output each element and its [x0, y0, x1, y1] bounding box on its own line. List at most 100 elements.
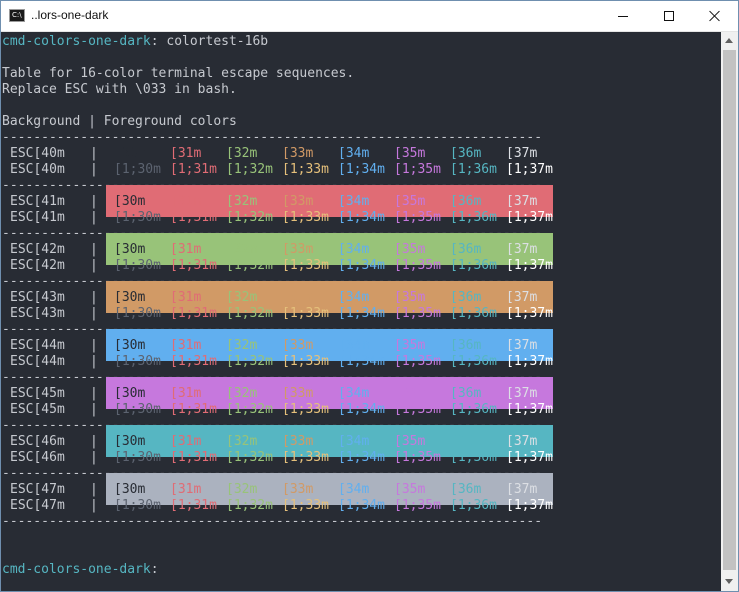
fg-bold-sample: [1;30m: [114, 210, 161, 225]
fg-sample: [34m: [338, 434, 370, 449]
title-bar[interactable]: C:\ ..lors-one-dark: [1, 1, 738, 32]
fg-sample: [34m: [338, 338, 370, 353]
fg-bold-sample: [1;30m: [114, 162, 161, 177]
fg-bold-sample: [1;33m: [282, 498, 329, 513]
row-divider: |: [90, 338, 98, 353]
row-label: ESC[40m: [10, 162, 65, 177]
fg-bold-sample: [1;36m: [450, 210, 497, 225]
vertical-scrollbar[interactable]: [721, 32, 738, 591]
fg-bold-sample: [1;37m: [506, 450, 553, 465]
fg-sample: [35m: [394, 434, 426, 449]
fg-sample: [35m: [394, 386, 426, 401]
scroll-down-arrow-icon[interactable]: [725, 579, 733, 584]
fg-sample: [34m: [338, 146, 370, 161]
fg-bold-sample: [1;34m: [338, 498, 385, 513]
fg-sample: [30m: [114, 338, 146, 353]
fg-bold-sample: [1;33m: [282, 258, 329, 273]
fg-bold-sample: [1;33m: [282, 450, 329, 465]
minimize-button[interactable]: [600, 1, 646, 31]
fg-bold-sample: [1;35m: [394, 306, 441, 321]
fg-sample: [34m: [338, 242, 370, 257]
scrollbar-thumb[interactable]: [723, 50, 736, 570]
row-label: ESC[42m: [10, 258, 65, 273]
fg-sample: [32m: [226, 434, 258, 449]
fg-bold-sample: [1;33m: [282, 306, 329, 321]
final-prompt: cmd-colors-one-dark: [2, 562, 151, 577]
maximize-button[interactable]: [646, 1, 692, 31]
console-icon-glyph: C:\: [12, 11, 22, 19]
fg-sample: [33m: [282, 194, 314, 209]
fg-bold-sample: [1;31m: [170, 258, 217, 273]
row-divider: |: [90, 482, 98, 497]
fg-bold-sample: [1;32m: [226, 402, 273, 417]
fg-sample: [37m: [506, 242, 538, 257]
scroll-up-arrow-icon[interactable]: [725, 38, 733, 43]
fg-sample: [37m: [506, 290, 538, 305]
fg-bold-sample: [1;33m: [282, 402, 329, 417]
fg-bold-sample: [1;37m: [506, 498, 553, 513]
fg-bold-sample: [1;30m: [114, 306, 161, 321]
row-divider: |: [90, 498, 98, 513]
prompt: cmd-colors-one-dark: [2, 34, 151, 49]
fg-bold-sample: [1;34m: [338, 402, 385, 417]
fg-sample: [36m: [450, 482, 482, 497]
fg-sample: [37m: [506, 338, 538, 353]
fg-sample: [36m: [450, 434, 482, 449]
row-divider: |: [90, 450, 98, 465]
fg-bold-sample: [1;36m: [450, 354, 497, 369]
fg-bold-sample: [1;34m: [338, 162, 385, 177]
final-prompt-line[interactable]: cmd-colors-one-dark:: [2, 562, 159, 578]
fg-bold-sample: [1;30m: [114, 354, 161, 369]
fg-sample: [30m: [114, 146, 146, 161]
fg-sample: [32m: [226, 290, 258, 305]
console-app-icon[interactable]: C:\: [9, 9, 25, 22]
fg-sample: [37m: [506, 194, 538, 209]
fg-bold-sample: [1;31m: [170, 354, 217, 369]
fg-bold-sample: [1;30m: [114, 258, 161, 273]
fg-sample: [31m: [170, 290, 202, 305]
fg-bold-sample: [1;31m: [170, 498, 217, 513]
table-header: Background | Foreground colors: [2, 114, 237, 129]
fg-sample: [31m: [170, 194, 202, 209]
fg-sample: [37m: [506, 386, 538, 401]
row-divider: |: [90, 146, 98, 161]
fg-sample: [36m: [450, 386, 482, 401]
fg-bold-sample: [1;37m: [506, 306, 553, 321]
fg-bold-sample: [1;30m: [114, 402, 161, 417]
command-line: cmd-colors-one-dark: colortest-16b: [2, 34, 268, 50]
fg-bold-sample: [1;35m: [394, 258, 441, 273]
fg-bold-sample: [1;35m: [394, 354, 441, 369]
fg-bold-sample: [1;33m: [282, 162, 329, 177]
row-label: ESC[46m: [10, 450, 65, 465]
fg-bold-sample: [1;32m: [226, 258, 273, 273]
row-label: ESC[40m: [10, 146, 65, 161]
fg-bold-sample: [1;37m: [506, 402, 553, 417]
row-label: ESC[45m: [10, 402, 65, 417]
description-line-1: Table for 16-color terminal escape seque…: [2, 66, 355, 81]
row-divider: |: [90, 258, 98, 273]
separator-line: ----------------------------------------…: [2, 514, 543, 529]
fg-sample: [32m: [226, 194, 258, 209]
row-divider: |: [90, 290, 98, 305]
row-label: ESC[42m: [10, 242, 65, 257]
terminal-window: C:\ ..lors-one-dark cmd-colors-one-dark:…: [0, 0, 739, 592]
fg-bold-sample: [1;33m: [282, 210, 329, 225]
fg-bold-sample: [1;31m: [170, 162, 217, 177]
fg-sample: [33m: [282, 290, 314, 305]
fg-bold-sample: [1;36m: [450, 450, 497, 465]
fg-sample: [35m: [394, 194, 426, 209]
description-line-2: Replace ESC with \033 in bash.: [2, 82, 237, 97]
fg-sample: [33m: [282, 338, 314, 353]
fg-bold-sample: [1;32m: [226, 354, 273, 369]
fg-bold-sample: [1;36m: [450, 402, 497, 417]
fg-sample: [30m: [114, 290, 146, 305]
row-divider: |: [90, 386, 98, 401]
fg-sample: [31m: [170, 338, 202, 353]
fg-bold-sample: [1;36m: [450, 258, 497, 273]
fg-sample: [34m: [338, 386, 370, 401]
console-output[interactable]: cmd-colors-one-dark: colortest-16b Table…: [1, 32, 721, 591]
fg-bold-sample: [1;32m: [226, 498, 273, 513]
fg-bold-sample: [1;37m: [506, 162, 553, 177]
close-button[interactable]: [692, 1, 738, 31]
row-label: ESC[45m: [10, 386, 65, 401]
